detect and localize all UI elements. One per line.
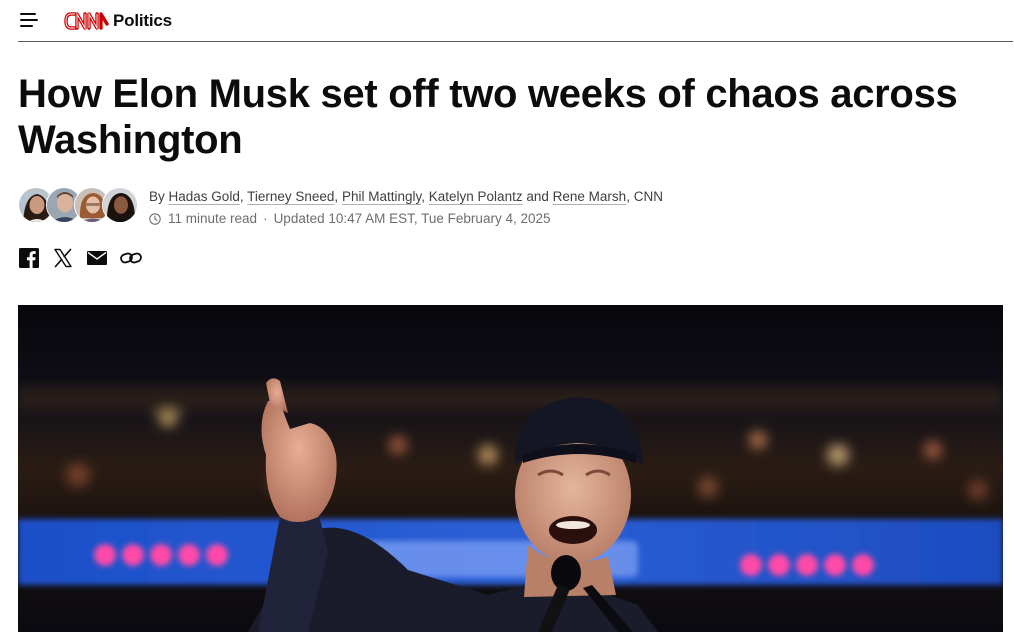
byline: By Hadas Gold, Tierney Sneed, Phil Matti…	[149, 188, 663, 206]
byline-block: By Hadas Gold, Tierney Sneed, Phil Matti…	[149, 188, 663, 228]
byline-separator: ,	[421, 189, 425, 204]
meta-separator: ·	[263, 211, 268, 226]
byline-separator: ,	[334, 189, 339, 204]
hamburger-menu-icon[interactable]	[20, 13, 38, 27]
x-icon[interactable]	[52, 247, 74, 269]
article-headline: How Elon Musk set off two weeks of chaos…	[18, 72, 958, 162]
site-logo[interactable]: Politics	[63, 10, 172, 32]
byline-separator: ,	[239, 189, 244, 204]
author-link-hadas-gold[interactable]: Hadas Gold	[169, 189, 240, 204]
clock-icon	[149, 213, 161, 225]
byline-outlet: CNN	[633, 189, 663, 204]
email-icon[interactable]	[86, 247, 108, 269]
byline-prefix: By	[149, 189, 165, 204]
cnn-logo-icon	[64, 12, 109, 30]
author-link-tierney-sneed[interactable]: Tierney Sneed	[247, 189, 334, 204]
section-name[interactable]: Politics	[113, 11, 172, 31]
author-link-katelyn-polantz[interactable]: Katelyn Polantz	[429, 189, 523, 204]
hero-photo	[18, 305, 1003, 632]
facebook-icon[interactable]	[18, 247, 40, 269]
updated-time: Updated 10:47 AM EST, Tue February 4, 20…	[273, 211, 551, 226]
author-avatars	[18, 187, 142, 225]
share-bar	[18, 247, 154, 269]
byline-separator: ,	[626, 189, 630, 204]
author-link-rene-marsh[interactable]: Rene Marsh	[553, 189, 627, 204]
link-icon[interactable]	[120, 247, 142, 269]
article-timestamp: 11 minute read · Updated 10:47 AM EST, T…	[149, 210, 663, 228]
author-link-phil-mattingly[interactable]: Phil Mattingly	[342, 189, 421, 204]
header-divider	[18, 41, 1013, 42]
site-header: Politics	[0, 0, 1014, 42]
avatar[interactable]	[102, 187, 138, 223]
byline-conjunction: and	[526, 189, 549, 204]
hero-image[interactable]	[18, 305, 1003, 632]
read-time: 11 minute read	[168, 211, 258, 226]
